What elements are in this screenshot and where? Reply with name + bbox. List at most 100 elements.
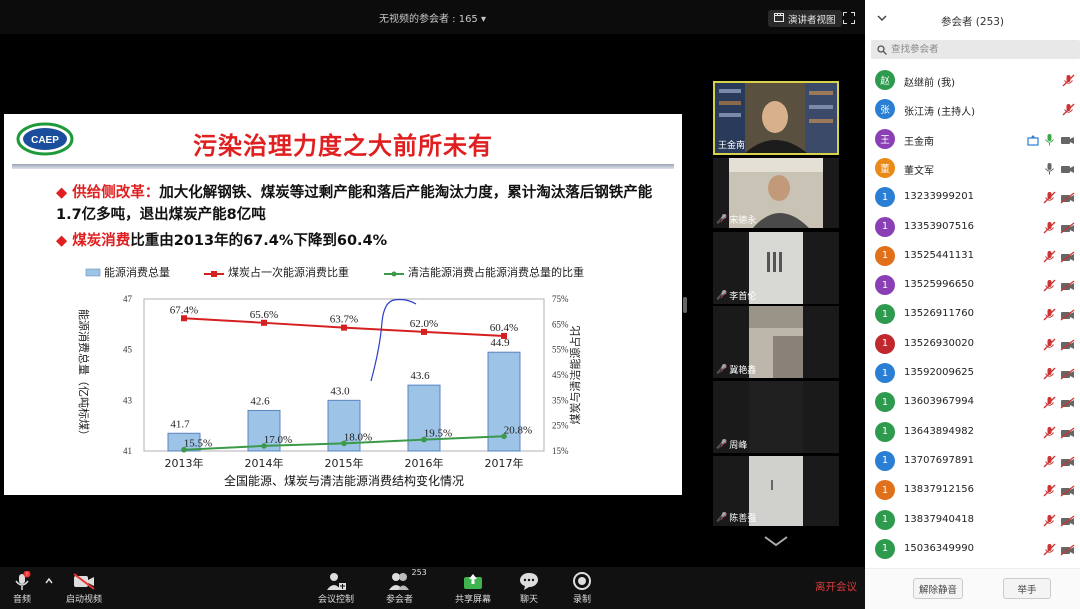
participant-row[interactable]: 赵赵继前 (我) (865, 66, 1080, 95)
bullet-coal-consumption: ◆ 煤炭消费比重由2013年的67.4%下降到60.4% (56, 230, 387, 252)
speaker-view-button[interactable]: 演讲者视图 (768, 10, 842, 27)
participant-row[interactable]: 董董文军 (865, 154, 1080, 183)
mic-muted-icon[interactable] (1043, 541, 1056, 560)
participant-row[interactable]: 1 13526930020 (865, 330, 1080, 359)
video-thumbnail[interactable]: 🎤̸ 周峰 (713, 381, 839, 453)
host-controls-icon (325, 570, 347, 592)
participant-row[interactable]: 王王金南 (865, 125, 1080, 154)
search-input[interactable] (891, 44, 1061, 55)
camera-off-icon[interactable] (1060, 365, 1075, 384)
mic-muted-icon[interactable] (1043, 482, 1056, 501)
chevron-down-icon[interactable] (762, 534, 790, 548)
camera-off-icon[interactable] (1060, 219, 1075, 238)
line-value-label: 67.4% (170, 304, 198, 316)
camera-off-icon[interactable] (1060, 336, 1075, 355)
mic-muted-icon[interactable] (1043, 394, 1056, 413)
mic-muted-icon[interactable] (1043, 365, 1056, 384)
mic-muted-icon[interactable] (1062, 101, 1075, 120)
camera-off-icon[interactable] (1060, 424, 1075, 443)
camera-off-icon (72, 570, 96, 592)
participant-name: 13233999201 (904, 191, 974, 203)
participant-name: 13837912156 (904, 484, 974, 496)
start-video-button[interactable]: 启动视频 (66, 570, 102, 605)
chat-button[interactable]: 聊天 (519, 570, 539, 605)
leave-meeting-button[interactable]: 离开会议 (815, 579, 857, 594)
mic-muted-icon[interactable] (1043, 189, 1056, 208)
share-screen-button[interactable]: 共享屏幕 (455, 570, 491, 605)
mic-active-icon[interactable] (1043, 131, 1056, 150)
camera-off-icon[interactable] (1060, 189, 1075, 208)
audio-options-caret[interactable] (44, 570, 54, 592)
viewer-count-dropdown[interactable]: 无视频的参会者 : 165 ▾ (0, 10, 865, 25)
camera-off-icon[interactable] (1060, 453, 1075, 472)
mic-muted-icon[interactable] (1043, 306, 1056, 325)
audio-button[interactable]: ! 音频 (12, 570, 32, 605)
record-button[interactable]: 录制 (572, 570, 592, 605)
camera-off-icon[interactable] (1060, 394, 1075, 413)
participant-name: 13525441131 (904, 249, 974, 261)
meeting-window: 无视频的参会者 : 165 ▾ 演讲者视图 CAEP 污染治理力度之大前所未有 … (0, 0, 1080, 609)
mic-muted-icon[interactable] (1043, 424, 1056, 443)
video-thumbnail[interactable]: 🎤̸ 李首伦 (713, 232, 839, 304)
camera-off-icon[interactable] (1060, 512, 1075, 531)
video-thumbnail[interactable]: 🎤̸ 陈善强 (713, 456, 839, 526)
unmute-button[interactable]: 解除静音 (913, 578, 963, 599)
y-tick-left: 43 (123, 395, 133, 405)
participant-search[interactable] (871, 40, 1080, 59)
mic-muted-icon: ! (12, 570, 32, 592)
camera-icon[interactable] (1060, 131, 1075, 150)
mic-muted-icon: 🎤̸ (716, 364, 728, 375)
participant-row[interactable]: 1 15036349990 (865, 535, 1080, 564)
y-tick-right: 75% (552, 294, 569, 304)
search-icon (877, 40, 887, 59)
participant-row[interactable]: 1 13592009625 (865, 359, 1080, 388)
mic-muted-icon[interactable] (1043, 453, 1056, 472)
legend-swatch (211, 271, 217, 277)
participant-name: 王金南 (904, 136, 934, 148)
mic-icon[interactable] (1043, 160, 1056, 179)
participant-row[interactable]: 1 13525996650 (865, 271, 1080, 300)
participant-status-icons (1043, 336, 1075, 355)
panel-resize-handle[interactable] (683, 297, 687, 313)
thumbnail-name: 🎤̸ 冀艳鑫 (716, 364, 757, 377)
video-thumbnail[interactable]: 🎤̸ 宋德永 (713, 158, 839, 228)
camera-off-icon[interactable] (1060, 277, 1075, 296)
camera-off-icon[interactable] (1060, 248, 1075, 267)
video-thumbnail[interactable]: 🎤̸ 冀艳鑫 (713, 306, 839, 378)
participant-row[interactable]: 1 13233999201 (865, 183, 1080, 212)
line-value-label: 65.6% (250, 309, 278, 321)
participant-row[interactable]: 1 13603967994 (865, 388, 1080, 417)
mic-muted-icon[interactable] (1043, 219, 1056, 238)
mic-muted-icon: 🎤̸ (716, 214, 728, 225)
participant-row[interactable]: 1 13526911760 (865, 300, 1080, 329)
camera-off-icon[interactable] (1060, 482, 1075, 501)
camera-off-icon[interactable] (1060, 306, 1075, 325)
mic-muted-icon[interactable] (1043, 248, 1056, 267)
participant-row[interactable]: 1 13643894982 (865, 418, 1080, 447)
participant-row[interactable]: 1 13707697891 (865, 447, 1080, 476)
fullscreen-icon[interactable] (843, 12, 855, 24)
avatar: 张 (875, 99, 895, 120)
mic-muted-icon[interactable] (1043, 336, 1056, 355)
meeting-controls-button[interactable]: 会议控制 (318, 570, 354, 605)
y-tick-right: 25% (552, 421, 569, 431)
participant-row[interactable]: 张张江涛 (主持人) (865, 95, 1080, 124)
video-label: 启动视频 (66, 595, 103, 605)
participant-row[interactable]: 1 13525441131 (865, 242, 1080, 271)
participant-row[interactable]: 1 13837940418 (865, 506, 1080, 535)
mic-muted-icon[interactable] (1043, 512, 1056, 531)
participant-row[interactable]: 1 13837912156 (865, 476, 1080, 505)
camera-icon[interactable] (1060, 160, 1075, 179)
avatar: 1 (875, 450, 895, 471)
participants-button[interactable]: 253 参会者 (386, 568, 427, 605)
mic-muted-icon[interactable] (1043, 277, 1056, 296)
y-tick-right: 45% (552, 370, 569, 380)
participant-row[interactable]: 1 13353907516 (865, 213, 1080, 242)
raise-hand-button[interactable]: 举手 (1003, 578, 1051, 599)
camera-off-icon[interactable] (1060, 541, 1075, 560)
mic-muted-icon[interactable] (1062, 72, 1075, 91)
x-tick-label: 2014年 (245, 456, 284, 470)
pen-annotation (370, 298, 417, 382)
legend-label: 能源消费总量 (104, 265, 170, 279)
video-thumbnail[interactable]: 王金南 (713, 81, 839, 155)
